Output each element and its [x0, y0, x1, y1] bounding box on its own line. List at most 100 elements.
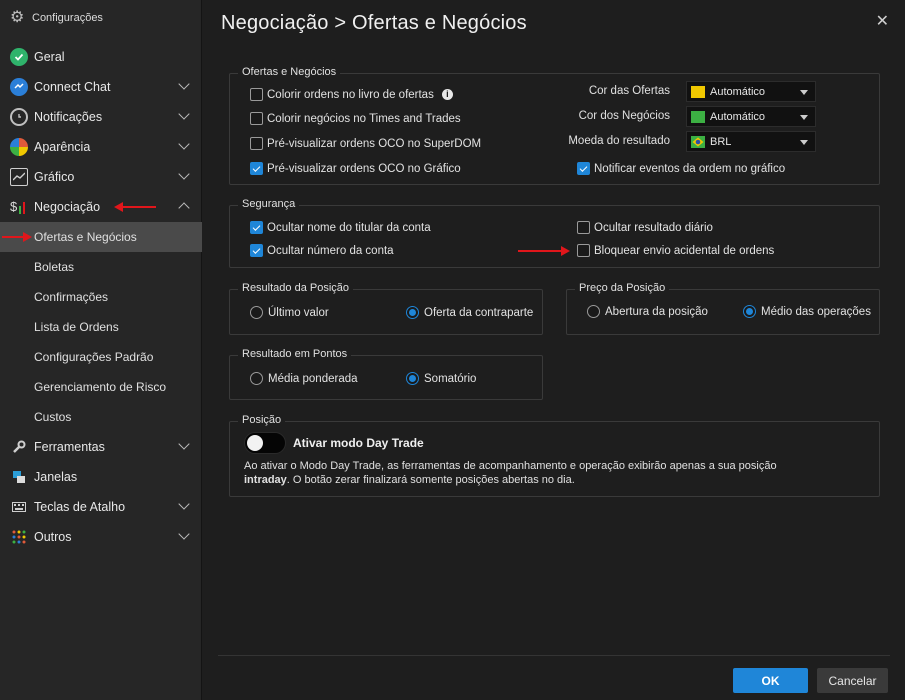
checkbox-box[interactable]	[577, 244, 590, 257]
radio-circle[interactable]	[406, 372, 419, 385]
sidebar-item-grafico[interactable]: Gráfico	[0, 162, 202, 192]
radio-abertura-posicao[interactable]: Abertura da posição	[587, 305, 708, 318]
group-label: Resultado da Posição	[238, 282, 354, 294]
sidebar-subitem-configuracoes-padrao[interactable]: Configurações Padrão	[0, 342, 202, 372]
checkbox-notificar-eventos[interactable]: Notificar eventos da ordem no gráfico	[577, 162, 785, 175]
checkbox-box[interactable]	[577, 221, 590, 234]
group-label: Posição	[238, 414, 286, 426]
sidebar-subitem-lista-ordens[interactable]: Lista de Ordens	[0, 312, 202, 342]
dollar-chart-icon: $	[10, 198, 28, 216]
main-panel: Negociação > Ofertas e Negócios ✕ Oferta…	[203, 0, 905, 700]
color-wheel-icon	[10, 138, 28, 156]
dropdown-arrow-icon	[800, 140, 808, 145]
sidebar-item-label: Outros	[34, 530, 72, 544]
group-posicao: Posição Ativar modo Day Trade Ao ativar …	[229, 414, 880, 497]
sidebar-item-negociacao[interactable]: $ Negociação	[0, 192, 202, 222]
radio-somatorio[interactable]: Somatório	[406, 372, 476, 385]
checkbox-ocultar-resultado[interactable]: Ocultar resultado diário	[577, 221, 713, 234]
close-icon[interactable]: ✕	[876, 14, 889, 30]
sidebar-item-connect-chat[interactable]: Connect Chat	[0, 72, 202, 102]
sidebar-subitem-custos[interactable]: Custos	[0, 402, 202, 432]
sidebar-item-ferramentas[interactable]: Ferramentas	[0, 432, 202, 462]
color-swatch	[691, 85, 705, 98]
radio-label: Abertura da posição	[605, 305, 708, 318]
checkbox-preview-oco-superdom[interactable]: Pré-visualizar ordens OCO no SuperDOM	[250, 137, 481, 150]
window-title: ⚙ Configurações	[0, 0, 202, 36]
radio-label: Último valor	[268, 306, 329, 319]
sidebar-item-notificacoes[interactable]: Notificações	[0, 102, 202, 132]
sidebar-item-label: Aparência	[34, 140, 91, 154]
checkbox-box[interactable]	[250, 137, 263, 150]
checkbox-label: Ocultar resultado diário	[594, 221, 713, 234]
footer-divider	[218, 655, 890, 656]
checkbox-ocultar-numero[interactable]: Ocultar número da conta	[250, 244, 394, 257]
sidebar-subitem-gerenciamento-risco[interactable]: Gerenciamento de Risco	[0, 372, 202, 402]
checkbox-label: Colorir negócios no Times and Trades	[267, 112, 461, 125]
sidebar-subitem-label: Ofertas e Negócios	[34, 230, 137, 244]
alarm-clock-icon	[10, 108, 28, 126]
gear-icon: ⚙	[10, 9, 25, 26]
select-value: Automático	[710, 85, 766, 98]
sidebar-item-label: Connect Chat	[34, 80, 111, 94]
group-seguranca: Segurança Ocultar nome do titular da con…	[229, 198, 880, 268]
checkbox-bloquear-envio[interactable]: Bloquear envio acidental de ordens	[577, 244, 774, 257]
checkbox-colorir-negocios[interactable]: Colorir negócios no Times and Trades	[250, 112, 461, 125]
sidebar-item-label: Gráfico	[34, 170, 75, 184]
sidebar-subitem-label: Boletas	[34, 260, 75, 274]
checkbox-box[interactable]	[250, 112, 263, 125]
radio-circle[interactable]	[250, 372, 263, 385]
moeda-select[interactable]: BRL	[686, 131, 816, 152]
checkbox-box[interactable]	[250, 244, 263, 257]
radio-circle[interactable]	[587, 305, 600, 318]
radio-ultimo-valor[interactable]: Último valor	[250, 306, 329, 319]
cor-ofertas-label: Cor das Ofertas	[588, 85, 670, 97]
radio-media-ponderada[interactable]: Média ponderada	[250, 372, 358, 385]
checkbox-box[interactable]	[250, 162, 263, 175]
radio-label: Somatório	[424, 372, 477, 385]
sidebar-item-label: Teclas de Atalho	[34, 500, 126, 514]
checkbox-label: Ocultar número da conta	[267, 244, 394, 257]
day-trade-toggle[interactable]	[244, 432, 286, 454]
sidebar-item-label: Notificações	[34, 110, 103, 124]
checkbox-box[interactable]	[577, 162, 590, 175]
sidebar-item-outros[interactable]: Outros	[0, 522, 202, 552]
group-preco-posicao: Preço da Posição Abertura da posição Méd…	[566, 282, 880, 335]
info-icon[interactable]: i	[441, 89, 453, 100]
checkbox-label: Pré-visualizar ordens OCO no SuperDOM	[267, 137, 482, 150]
dropdown-arrow-icon	[800, 115, 808, 120]
sidebar-subitem-boletas[interactable]: Boletas	[0, 252, 202, 282]
sidebar-item-janelas[interactable]: Janelas	[0, 462, 202, 492]
radio-circle[interactable]	[250, 306, 263, 319]
radio-circle[interactable]	[406, 306, 419, 319]
checkbox-colorir-ordens[interactable]: Colorir ordens no livro de ofertas i	[250, 88, 453, 101]
sidebar-subitem-confirmacoes[interactable]: Confirmações	[0, 282, 202, 312]
sidebar-item-aparencia[interactable]: Aparência	[0, 132, 202, 162]
ok-button[interactable]: OK	[733, 668, 808, 693]
sidebar-item-geral[interactable]: Geral	[0, 42, 202, 72]
annotation-arrow	[518, 246, 570, 256]
checkbox-ocultar-nome[interactable]: Ocultar nome do titular da conta	[250, 221, 431, 234]
chevron-down-icon	[178, 138, 190, 150]
radio-medio-operacoes[interactable]: Médio das operações	[743, 305, 871, 318]
sidebar-subitem-label: Custos	[34, 410, 72, 424]
page-title: Negociação > Ofertas e Negócios	[221, 12, 527, 34]
cancel-button[interactable]: Cancelar	[817, 668, 888, 693]
checkbox-box[interactable]	[250, 221, 263, 234]
chevron-down-icon	[178, 78, 190, 90]
line-chart-icon	[10, 168, 28, 186]
cor-negocios-select[interactable]: Automático	[686, 106, 816, 127]
radio-circle[interactable]	[743, 305, 756, 318]
day-trade-description: Ao ativar o Modo Day Trade, as ferrament…	[244, 460, 864, 487]
radio-oferta-contraparte[interactable]: Oferta da contraparte	[406, 306, 533, 319]
checkbox-box[interactable]	[250, 88, 263, 101]
annotation-arrow	[114, 202, 156, 212]
sidebar-item-teclas-atalho[interactable]: Teclas de Atalho	[0, 492, 202, 522]
description-text: Ao ativar o Modo Day Trade, as ferrament…	[244, 460, 777, 472]
checkbox-preview-oco-grafico[interactable]: Pré-visualizar ordens OCO no Gráfico	[250, 162, 461, 175]
group-label: Resultado em Pontos	[238, 348, 352, 360]
radio-label: Média ponderada	[268, 372, 358, 385]
cor-ofertas-select[interactable]: Automático	[686, 81, 816, 102]
sidebar-item-label: Ferramentas	[34, 440, 105, 454]
chevron-down-icon	[178, 168, 190, 180]
group-label: Segurança	[238, 198, 300, 210]
